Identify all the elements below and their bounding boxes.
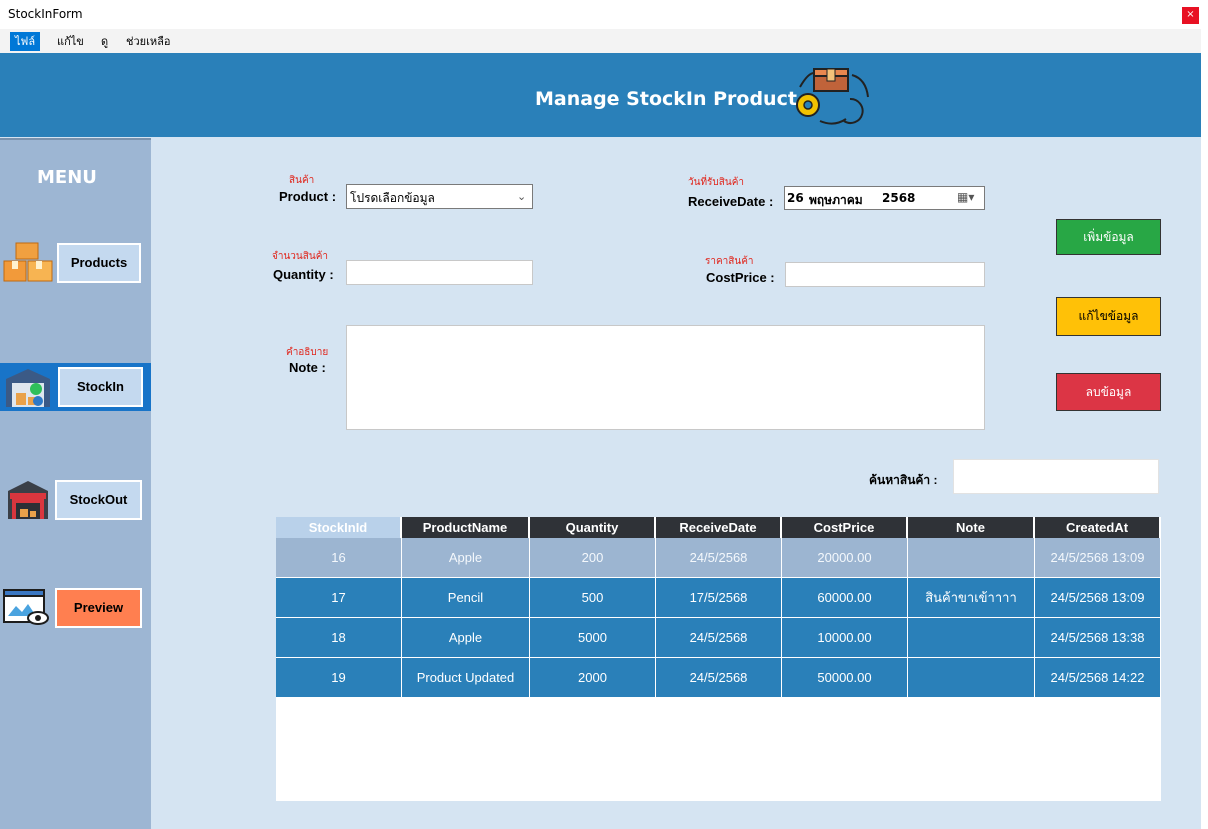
table-cell[interactable]: 24/5/2568 [656,538,782,578]
menu-file[interactable]: ไฟล์ [10,32,41,51]
table-cell[interactable]: 500 [530,578,656,618]
table-cell[interactable] [908,658,1035,698]
cost-price-input[interactable] [785,262,985,287]
table-cell[interactable]: 60000.00 [782,578,908,618]
receive-date-picker[interactable]: 26 พฤษภาคม 2568 ▦▾ [784,186,985,210]
table-cell[interactable]: 24/5/2568 13:38 [1035,618,1161,658]
page-title: Manage StockIn Product [535,88,797,110]
table-cell[interactable]: 50000.00 [782,658,908,698]
title-bar [0,0,1208,29]
table-cell[interactable]: 19 [276,658,402,698]
quantity-label: Quantity : [273,267,334,282]
boxes-icon [2,241,54,289]
sidebar-item-preview[interactable]: Preview [55,588,142,628]
edit-button[interactable]: แก้ไขข้อมูล [1056,297,1161,336]
close-button[interactable]: × [1182,7,1199,24]
product-select[interactable]: โปรดเลือกข้อมูล ⌄ [346,184,533,209]
product-select-value: โปรดเลือกข้อมูล [350,191,435,205]
menu-edit[interactable]: แก้ไข [52,32,89,51]
table-row[interactable]: 19 Product Updated 2000 24/5/2568 50000.00 24… [276,658,1161,698]
table-cell[interactable] [908,618,1035,658]
warehouse-in-icon [4,367,52,413]
table-cell[interactable]: 200 [530,538,656,578]
search-label: ค้นหาสินค้า : [869,473,938,487]
note-thai-label: คำอธิบาย [286,347,329,358]
table-cell[interactable]: 20000.00 [782,538,908,578]
chevron-down-icon: ⌄ [517,190,527,203]
sidebar-item-stockin[interactable]: StockIn [58,367,143,407]
quantity-thai-label: จำนวนสินค้า [272,251,329,262]
sidebar-item-products[interactable]: Products [57,243,141,283]
box-gears-cycle-icon [790,65,874,129]
column-header[interactable]: StockInId [276,517,402,538]
table-row[interactable]: 17 Pencil 500 17/5/2568 60000.00 สินค้าขาเข้า… [276,578,1161,618]
table-cell[interactable]: 2000 [530,658,656,698]
menu-view[interactable]: ดู [96,32,113,51]
table-row[interactable]: 16 Apple 200 24/5/2568 20000.00 24/5/2568 13:… [276,538,1161,578]
table-cell[interactable]: 10000.00 [782,618,908,658]
column-header[interactable]: CostPrice [782,517,908,538]
product-thai-label: สินค้า [289,175,315,186]
table-cell[interactable]: สินค้าขาเข้าาาา [908,578,1035,618]
warehouse-out-icon [6,479,50,525]
table-cell[interactable]: 24/5/2568 [656,658,782,698]
cost-price-label: CostPrice : [706,270,775,285]
column-header[interactable]: Note [908,517,1035,538]
note-label: Note : [289,360,326,375]
column-header[interactable]: ProductName [402,517,530,538]
delete-button[interactable]: ลบข้อมูล [1056,373,1161,411]
table-cell[interactable]: 24/5/2568 13:09 [1035,578,1161,618]
window-title: StockInForm [8,7,83,21]
column-header[interactable]: Quantity [530,517,656,538]
table-cell[interactable]: 17 [276,578,402,618]
table-cell[interactable] [908,538,1035,578]
table-cell[interactable]: 18 [276,618,402,658]
product-label: Product : [279,189,337,204]
column-header[interactable]: CreatedAt [1035,517,1161,538]
stockin-table[interactable]: StockInId ProductName Quantity ReceiveDate C… [276,517,1161,801]
page-header: Manage StockIn Product [0,53,1201,137]
quantity-input[interactable] [346,260,533,285]
table-cell[interactable]: 5000 [530,618,656,658]
note-textarea[interactable] [346,325,985,430]
receive-date-thai-label: วันที่รับสินค้า [688,177,745,188]
cost-price-thai-label: ราคาสินค้า [705,256,754,267]
calendar-dropdown-icon[interactable]: ▦▾ [957,190,974,204]
sidebar-title: MENU [37,167,97,188]
add-button[interactable]: เพิ่มข้อมูล [1056,219,1161,255]
table-cell[interactable]: Pencil [402,578,530,618]
sidebar-item-stockout[interactable]: StockOut [55,480,142,520]
menu-bar: ไฟล์ แก้ไข ดู ช่วยเหลือ [0,29,1201,53]
receive-date-label: ReceiveDate : [688,194,774,209]
table-cell[interactable]: 17/5/2568 [656,578,782,618]
date-month: พฤษภาคม [809,193,863,207]
table-cell[interactable]: 24/5/2568 14:22 [1035,658,1161,698]
table-cell[interactable]: 24/5/2568 13:09 [1035,538,1161,578]
table-cell[interactable]: 24/5/2568 [656,618,782,658]
menu-help[interactable]: ช่วยเหลือ [121,32,175,51]
table-cell[interactable]: Apple [402,618,530,658]
date-day: 26 [787,191,804,205]
preview-eye-icon [2,588,50,632]
table-cell[interactable]: Apple [402,538,530,578]
column-header[interactable]: ReceiveDate [656,517,782,538]
table-cell[interactable]: Product Updated [402,658,530,698]
date-year: 2568 [882,191,916,205]
search-input[interactable] [953,459,1159,494]
table-row[interactable]: 18 Apple 5000 24/5/2568 10000.00 24/5/2568 13… [276,618,1161,658]
table-cell[interactable]: 16 [276,538,402,578]
